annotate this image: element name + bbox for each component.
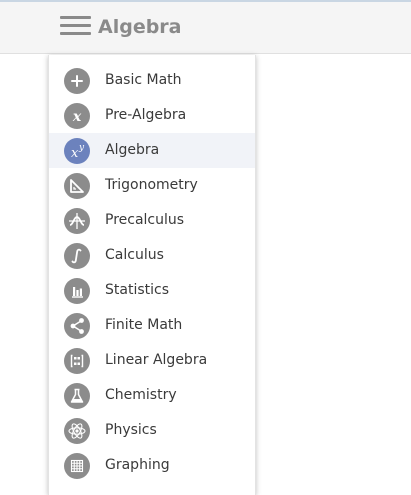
menu-item-label: Statistics	[105, 282, 169, 298]
matrix-icon	[64, 348, 90, 374]
menu-item-label: Graphing	[105, 457, 170, 473]
menu-item-label: Pre-Algebra	[105, 107, 187, 123]
integral-icon	[64, 243, 90, 269]
svg-text:y: y	[78, 143, 85, 153]
network-nodes-icon	[64, 313, 90, 339]
menu-item-calculus[interactable]: Calculus	[49, 238, 255, 273]
svg-text:x: x	[72, 109, 82, 125]
menu-item-label: Basic Math	[105, 72, 182, 88]
x-variable-icon: x	[64, 103, 90, 129]
menu-item-basic-math[interactable]: Basic Math	[49, 63, 255, 98]
x-power-y-icon: x y	[64, 138, 90, 164]
plus-icon	[64, 68, 90, 94]
menu-item-label: Physics	[105, 422, 157, 438]
header-bar: Algebra	[0, 2, 411, 54]
menu-item-precalculus[interactable]: Precalculus	[49, 203, 255, 238]
menu-item-physics[interactable]: Physics	[49, 413, 255, 448]
menu-item-finite-math[interactable]: Finite Math	[49, 308, 255, 343]
menu-item-label: Trigonometry	[105, 177, 198, 193]
menu-item-graphing[interactable]: Graphing	[49, 448, 255, 483]
menu-item-linear-algebra[interactable]: Linear Algebra	[49, 343, 255, 378]
menu-item-pre-algebra[interactable]: x Pre-Algebra	[49, 98, 255, 133]
svg-text:x: x	[71, 146, 79, 161]
flask-icon	[64, 383, 90, 409]
bar-chart-icon	[64, 278, 90, 304]
menu-item-trigonometry[interactable]: Trigonometry	[49, 168, 255, 203]
menu-item-label: Chemistry	[105, 387, 177, 403]
subject-dropdown-menu: Basic Math x Pre-Algebra x y Algebra Tri…	[48, 55, 256, 495]
function-graph-icon	[64, 208, 90, 234]
hamburger-menu-icon[interactable]	[60, 15, 91, 37]
menu-item-algebra[interactable]: x y Algebra	[49, 133, 255, 168]
menu-item-label: Algebra	[105, 142, 160, 158]
menu-item-statistics[interactable]: Statistics	[49, 273, 255, 308]
menu-item-chemistry[interactable]: Chemistry	[49, 378, 255, 413]
grid-icon	[64, 453, 90, 479]
menu-item-label: Precalculus	[105, 212, 185, 228]
menu-item-label: Calculus	[105, 247, 164, 263]
page-title: Algebra	[98, 16, 182, 38]
triangle-ruler-icon	[64, 173, 90, 199]
atom-icon	[64, 418, 90, 444]
menu-item-label: Finite Math	[105, 317, 183, 333]
menu-item-label: Linear Algebra	[105, 352, 208, 368]
